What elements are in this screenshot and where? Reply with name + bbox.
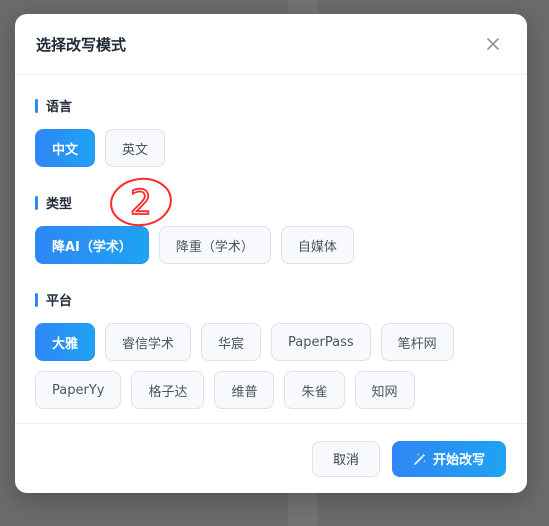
section-accent-bar (35, 98, 38, 113)
start-rewrite-label: 开始改写 (432, 453, 485, 468)
platform-options: 大雅 睿信学术 华宸 PaperPass 笔杆网 PaperYy 格子达 维普 朱雀 知网 (35, 323, 507, 409)
rewrite-mode-dialog: 选择改写模式 语言 中文英文 类型 降AI（学术）降重（学术）自媒体 平台 (15, 14, 527, 493)
language-section: 语言 中文 英文 (35, 97, 507, 167)
platform-option[interactable]: 格子达 (131, 371, 205, 409)
type-option[interactable]: 降AI（学术） (35, 226, 149, 264)
dialog-title: 选择改写模式 (36, 35, 127, 54)
type-section: 类型 降AI（学术） 降重（学术） 自媒体 (35, 194, 507, 264)
platform-option[interactable]: PaperYy (35, 371, 122, 409)
language-option[interactable]: 中文 (35, 129, 96, 167)
platform-option[interactable]: 华宸 (201, 323, 262, 361)
type-label: 类型 (46, 197, 73, 212)
platform-option[interactable]: 维普 (214, 371, 275, 409)
cancel-button[interactable]: 取消 (312, 440, 380, 477)
type-options: 降AI（学术） 降重（学术） 自媒体 (35, 226, 507, 264)
section-accent-bar (35, 195, 38, 210)
platform-option[interactable]: 笔杆网 (380, 323, 454, 361)
dialog-header: 选择改写模式 (15, 14, 527, 75)
magic-wand-icon (414, 453, 426, 465)
platform-option[interactable]: 睿信学术 (105, 323, 192, 361)
section-accent-bar (35, 292, 38, 307)
dialog-footer: 取消 开始改写 (15, 423, 527, 493)
start-rewrite-button[interactable]: 开始改写 (392, 440, 506, 477)
type-option[interactable]: 自媒体 (280, 226, 354, 264)
language-options: 中文 英文 (35, 129, 507, 167)
platform-label: 平台 (46, 294, 73, 309)
platform-section: 平台 大雅 睿信学术 华宸 PaperPass 笔杆网 PaperYy 格子达 维普 朱雀 知网 (35, 291, 507, 409)
platform-option[interactable]: 朱雀 (284, 371, 345, 409)
dialog-body: 语言 中文 英文 类型 降AI（学术） 降重（学术） 自媒体 平台 大雅 睿信学术 华宸 P… (15, 75, 527, 423)
language-label: 语言 (46, 100, 73, 115)
platform-option[interactable]: PaperPass (271, 323, 371, 361)
platform-option[interactable]: 知网 (354, 371, 415, 409)
language-option[interactable]: 英文 (105, 129, 166, 167)
platform-option[interactable]: 大雅 (35, 323, 96, 361)
type-option[interactable]: 降重（学术） (158, 226, 271, 264)
close-icon[interactable] (483, 34, 503, 54)
